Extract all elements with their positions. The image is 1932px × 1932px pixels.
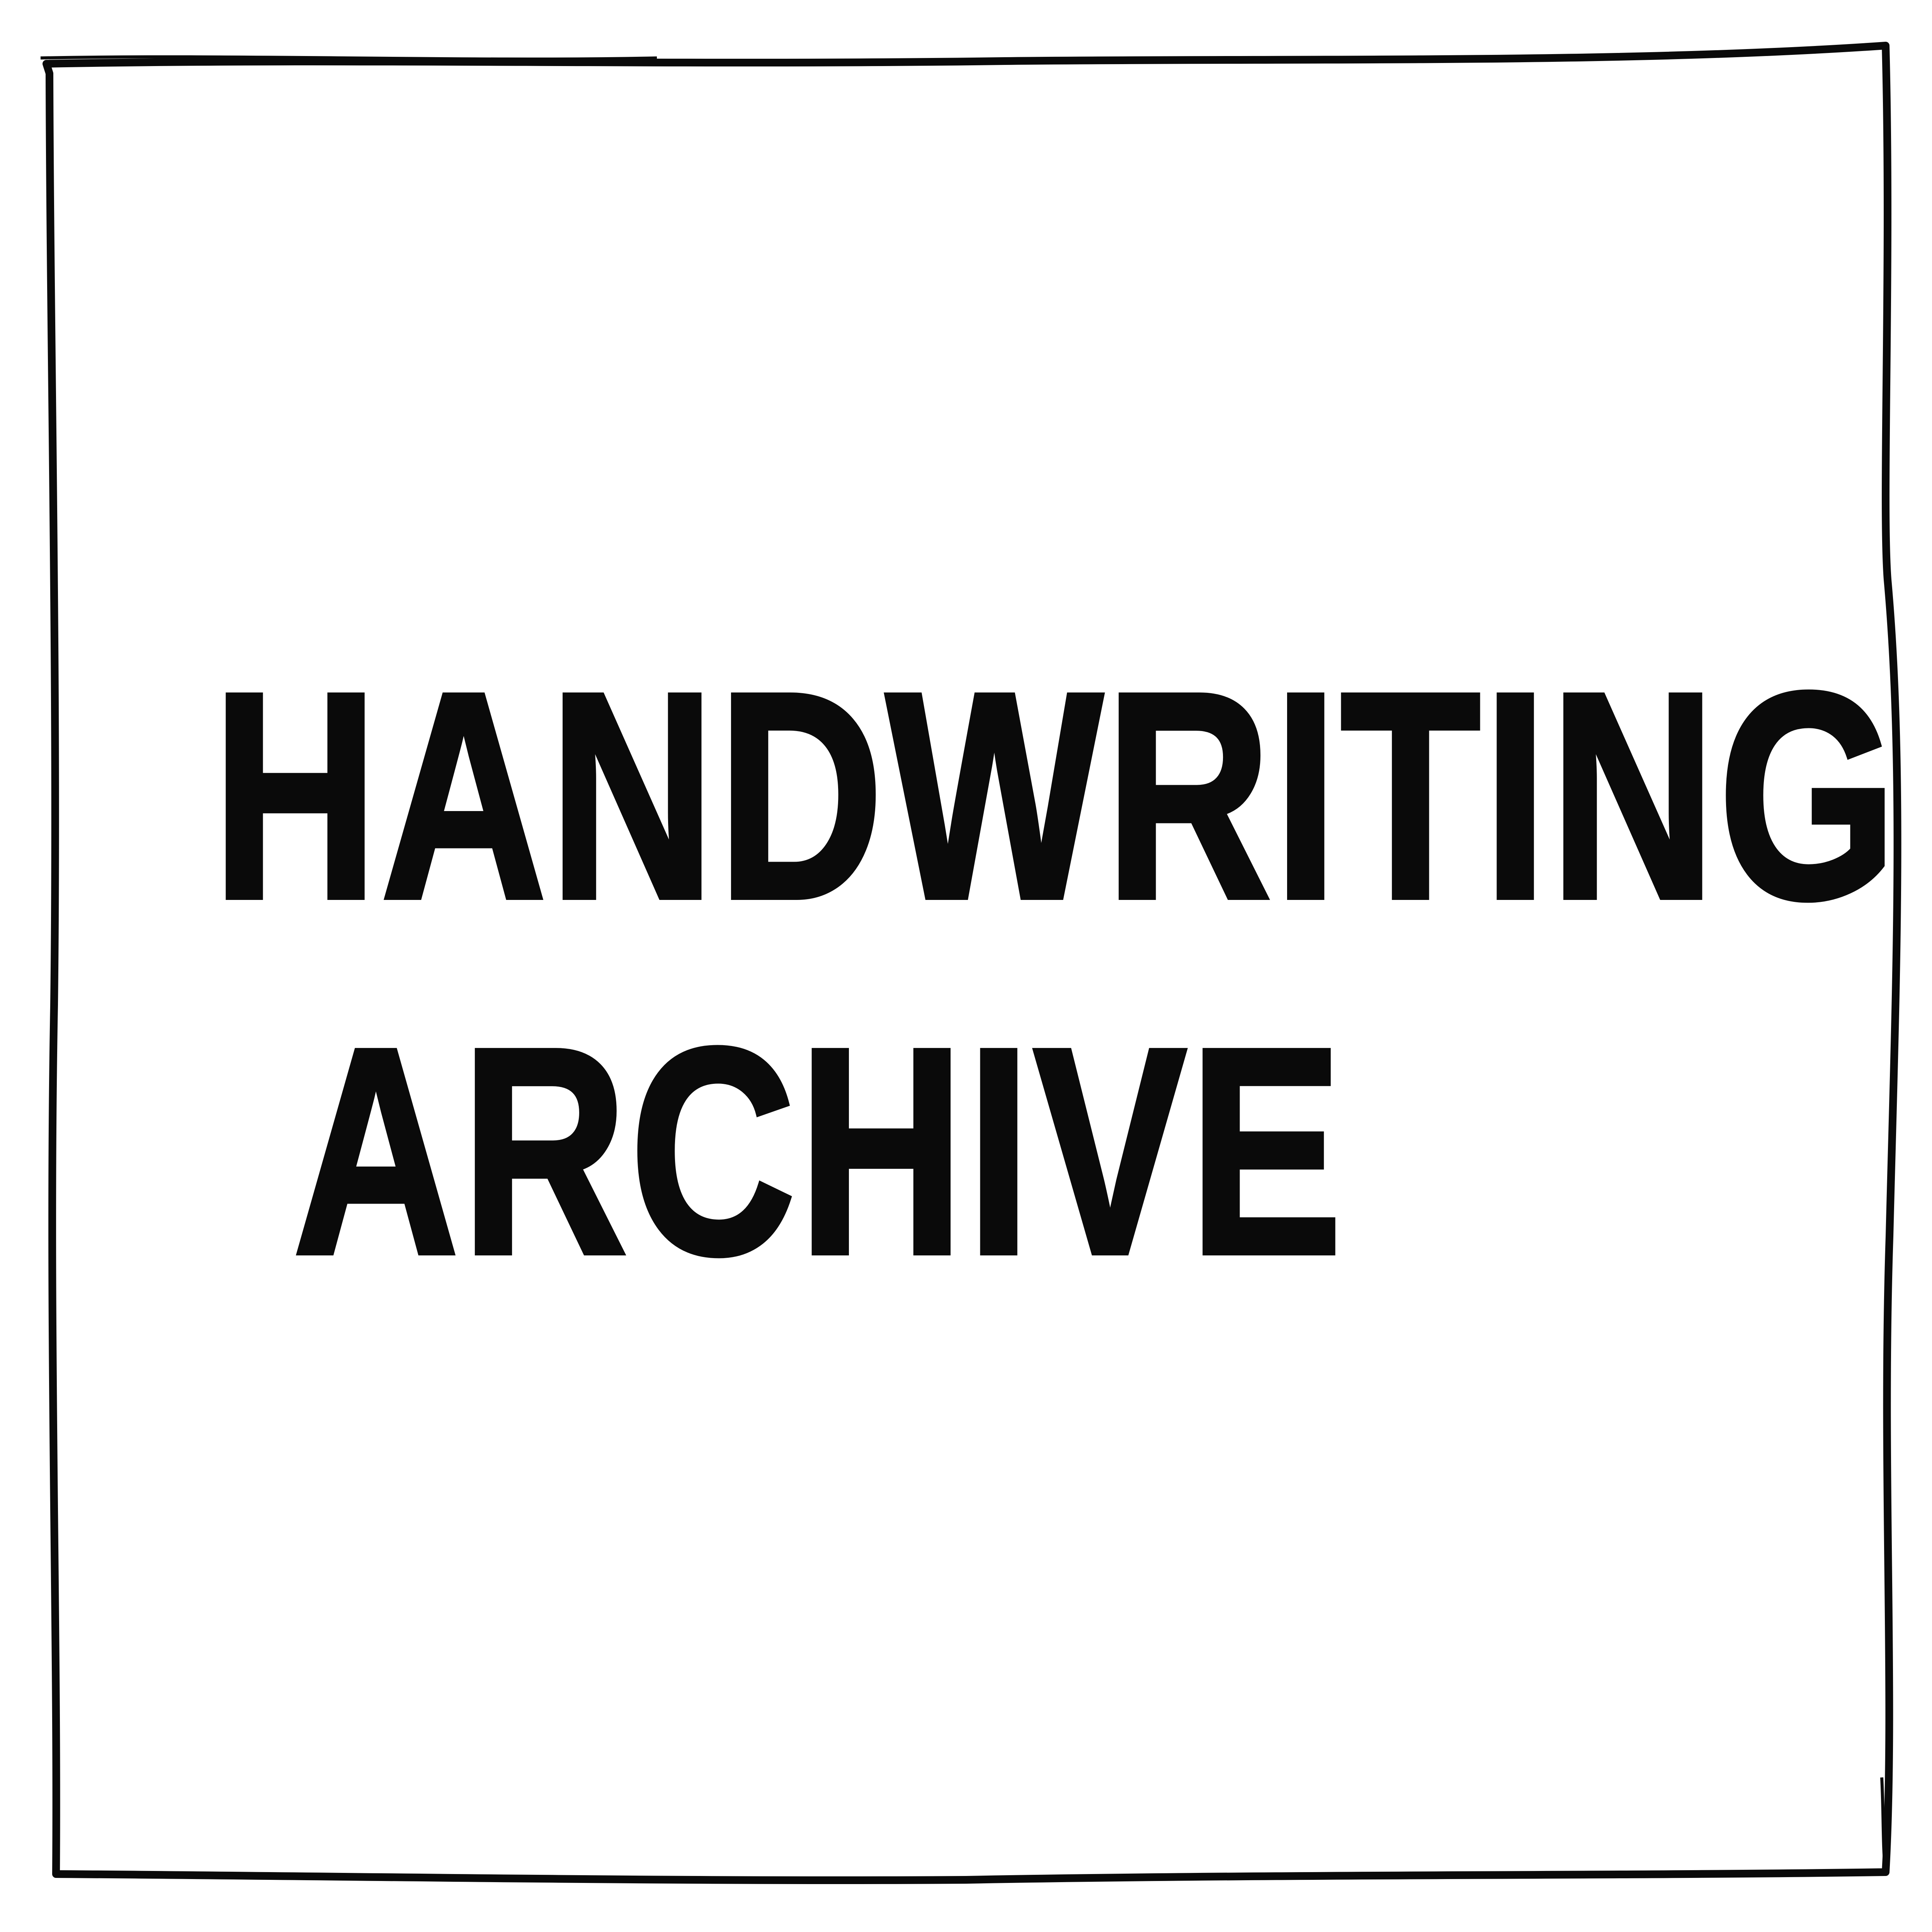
title-line-2-text: ARCHIVE <box>291 987 1345 1315</box>
hand-drawn-frame <box>40 42 1901 1884</box>
title-line-1: HANDWRITING <box>211 646 1899 946</box>
poster-canvas: HANDWRITING ARCHIVE <box>0 0 1932 1932</box>
title-line-2: ARCHIVE <box>66 1002 1573 1301</box>
frame-border <box>43 42 1901 1884</box>
title-line-1-text: HANDWRITING <box>211 632 1900 960</box>
